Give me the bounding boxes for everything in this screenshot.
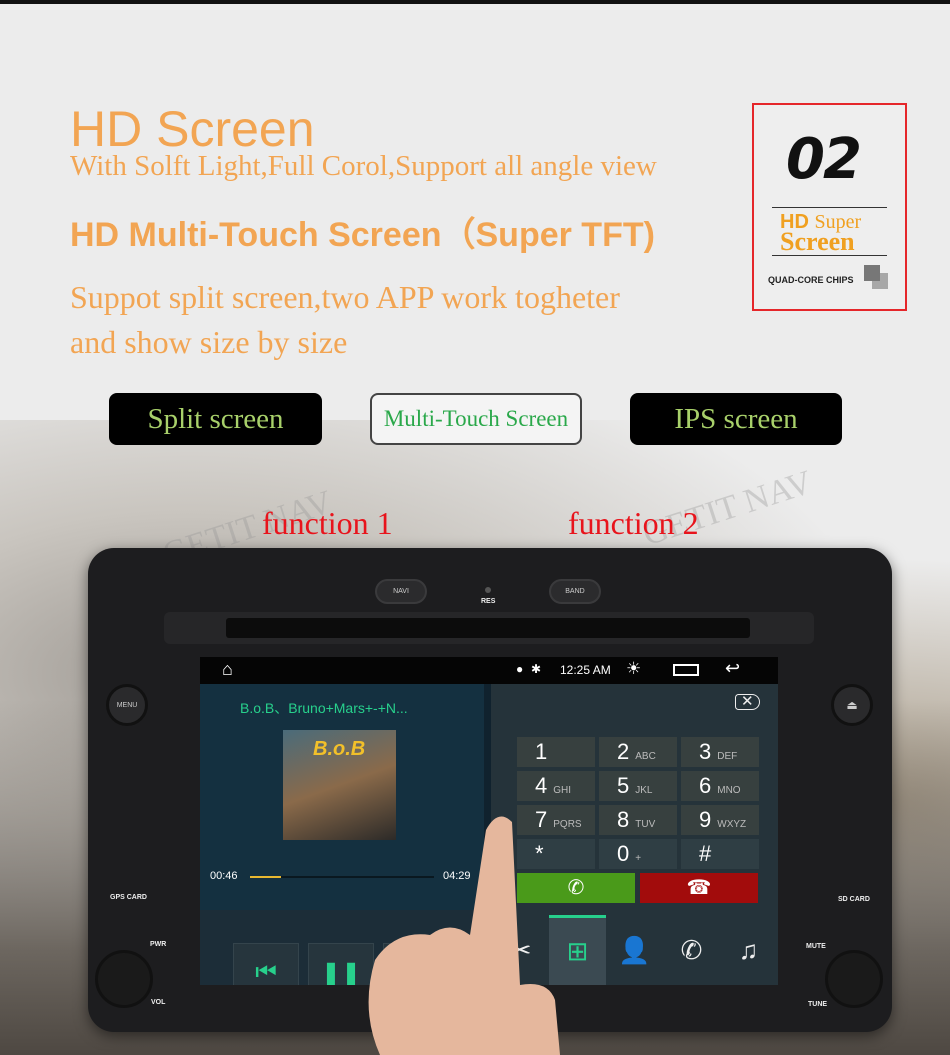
hand-image — [368, 816, 560, 1055]
